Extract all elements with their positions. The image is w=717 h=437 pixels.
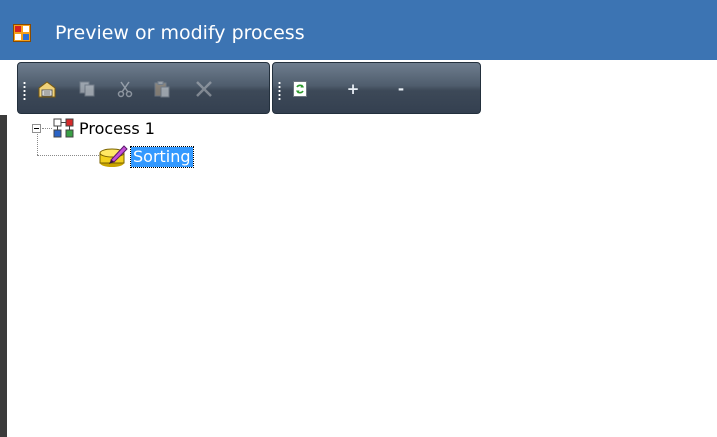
toolbar-grip-handle[interactable] [23,81,26,101]
toolbar-group-tree: + - [272,62,481,114]
tree-collapse-toggle[interactable] [32,124,41,133]
window-title: Preview or modify process [55,22,305,44]
tree-connector [42,128,52,129]
collapse-button[interactable]: - [390,78,412,100]
tree-node-process-1[interactable]: Process 1 [79,119,155,139]
refresh-icon [293,81,307,97]
expand-button[interactable]: + [342,78,364,100]
toolbar-group-edit [17,62,270,114]
cut-icon [117,81,133,98]
pane-border [0,115,7,437]
tree-connector [37,155,99,156]
process-network-icon [53,118,75,142]
paste-icon [154,81,170,98]
paste-button[interactable] [151,78,173,100]
toolbar-grip-handle[interactable] [278,81,281,101]
properties-button[interactable] [36,78,58,100]
toolbar: + - [0,60,717,115]
tree-connector [37,134,38,155]
window-app-icon [13,24,31,42]
properties-icon [38,81,56,98]
cut-button[interactable] [114,78,136,100]
delete-button[interactable] [193,78,215,100]
tree-node-sorting[interactable]: Sorting [130,146,194,168]
copy-button[interactable] [76,78,98,100]
window-titlebar[interactable]: Preview or modify process [0,0,717,60]
copy-icon [79,81,95,97]
refresh-button[interactable] [289,78,311,100]
delete-icon [196,81,212,97]
process-tree[interactable]: Process 1 Sorting [7,115,717,437]
sorting-step-icon [99,144,129,172]
